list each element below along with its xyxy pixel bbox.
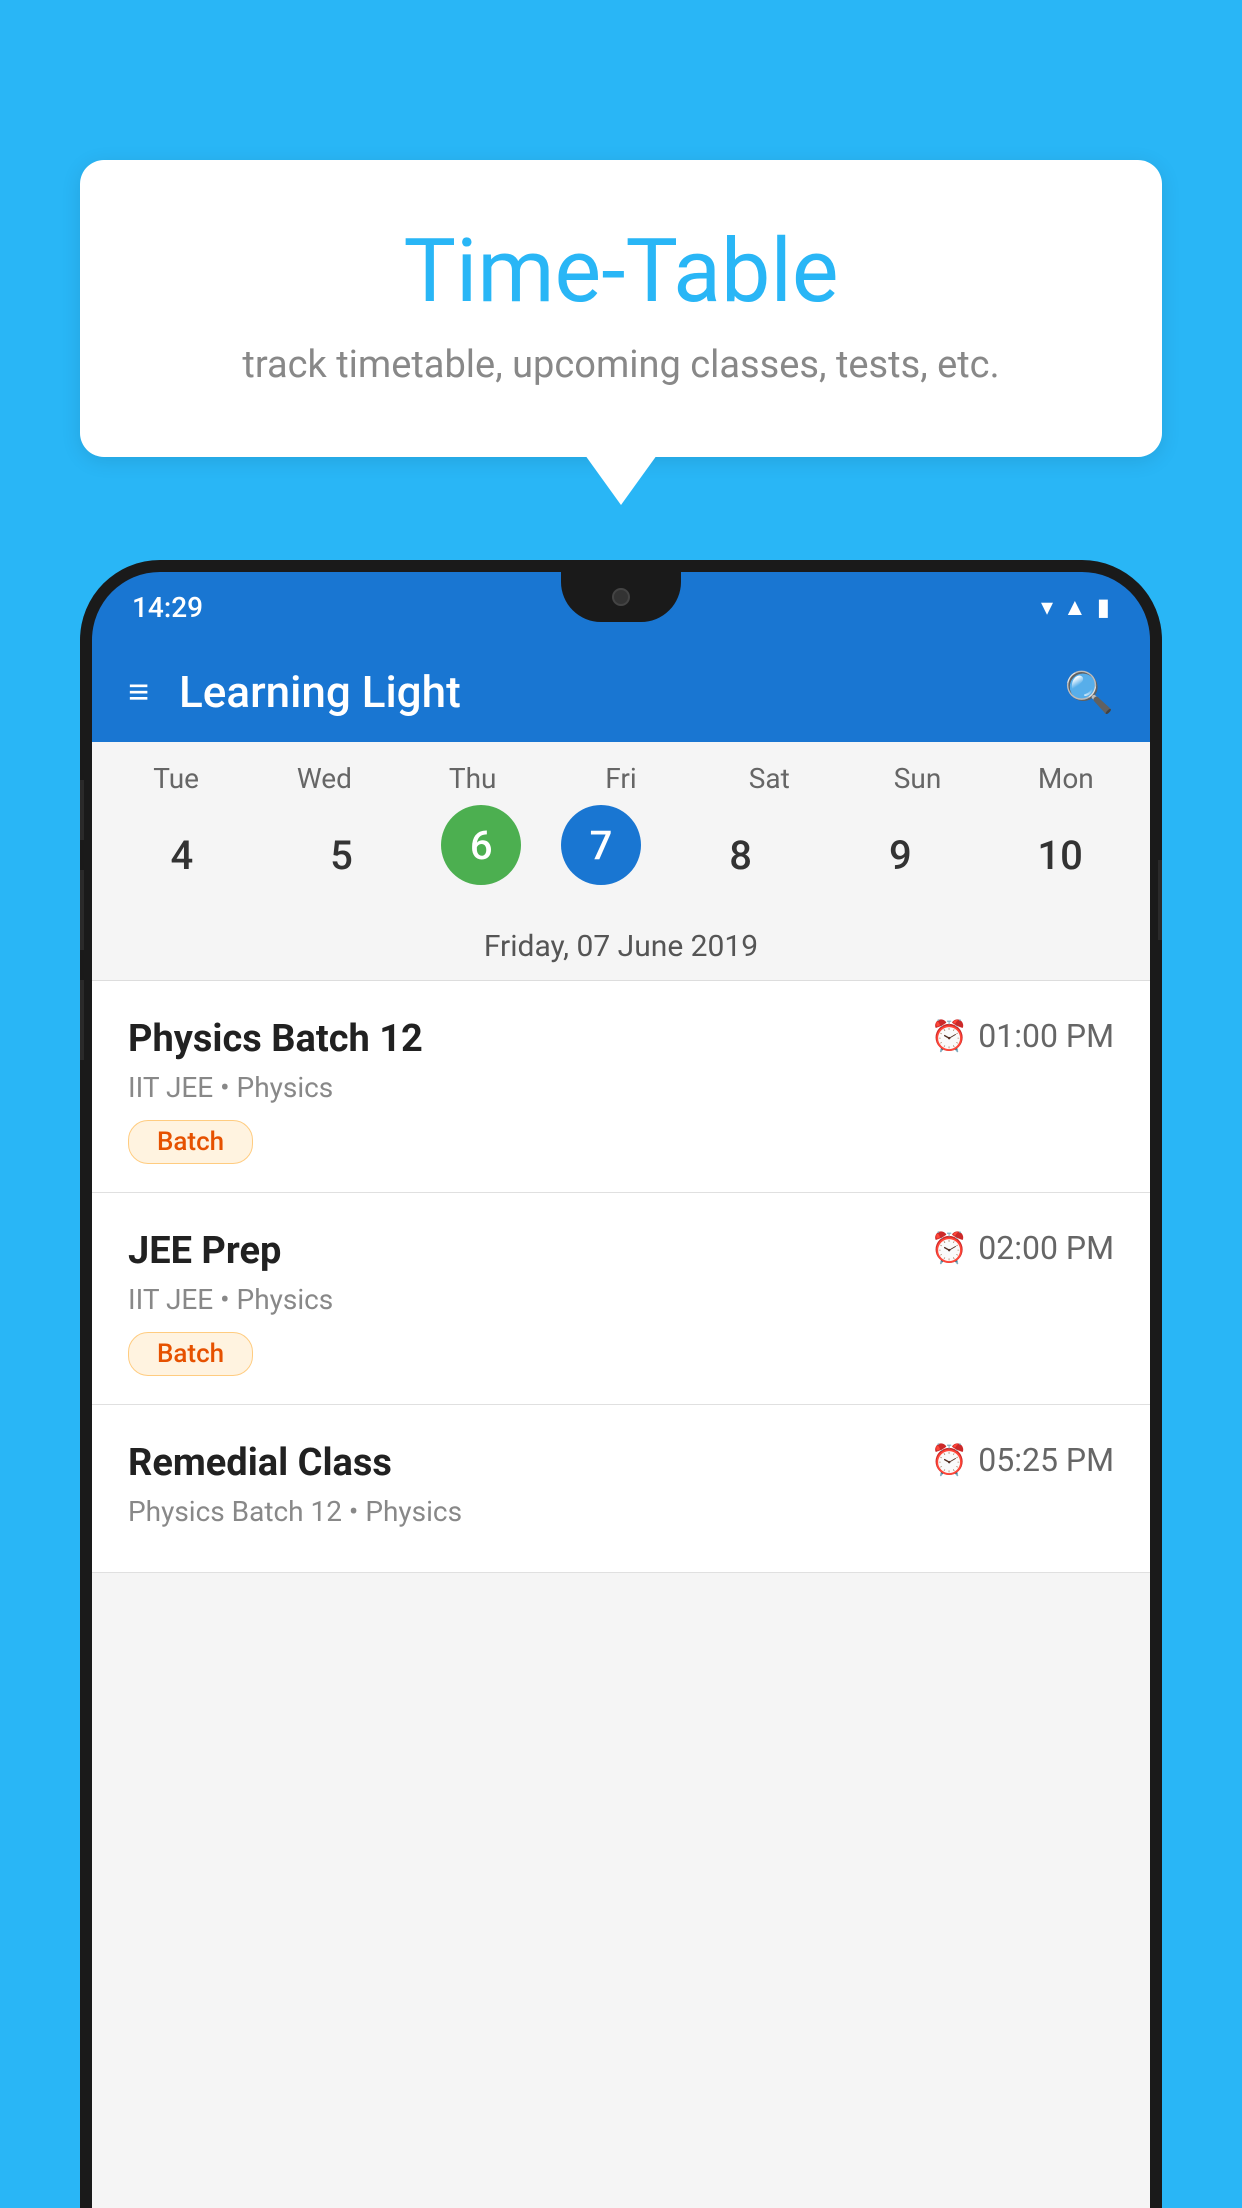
volume-silent-button [80, 780, 84, 840]
schedule-item-1-subtitle: IIT JEE • Physics [128, 1071, 1114, 1104]
schedule-item-1-header: Physics Batch 12 ⏰ 01:00 PM [128, 1017, 1114, 1061]
schedule-item-1-title: Physics Batch 12 [128, 1017, 423, 1061]
schedule-item-3[interactable]: Remedial Class ⏰ 05:25 PM Physics Batch … [92, 1405, 1150, 1573]
day-numbers: 4 5 6 7 8 9 10 [92, 805, 1150, 905]
schedule-item-3-subtitle: Physics Batch 12 • Physics [128, 1495, 1114, 1528]
schedule-item-1[interactable]: Physics Batch 12 ⏰ 01:00 PM IIT JEE • Ph… [92, 981, 1150, 1193]
signal-icon: ▲ [1063, 593, 1087, 622]
status-bar: 14:29 ▾ ▲ ▮ [92, 572, 1150, 642]
schedule-item-3-header: Remedial Class ⏰ 05:25 PM [128, 1441, 1114, 1485]
schedule-item-2-subtitle: IIT JEE • Physics [128, 1283, 1114, 1316]
schedule-list: Physics Batch 12 ⏰ 01:00 PM IIT JEE • Ph… [92, 981, 1150, 1573]
search-icon[interactable]: 🔍 [1064, 669, 1114, 716]
day-7-selected[interactable]: 7 [561, 805, 641, 885]
day-10[interactable]: 10 [1000, 805, 1120, 905]
phone-frame: 14:29 ▾ ▲ ▮ ≡ Learning Light 🔍 Tue Wed [80, 560, 1162, 2208]
day-header-sat: Sat [709, 762, 829, 795]
app-title: Learning Light [179, 666, 1034, 718]
day-header-wed: Wed [264, 762, 384, 795]
day-8[interactable]: 8 [681, 805, 801, 905]
menu-icon[interactable]: ≡ [128, 671, 149, 713]
app-bar: ≡ Learning Light 🔍 [92, 642, 1150, 742]
day-9[interactable]: 9 [840, 805, 960, 905]
speech-bubble-container: Time-Table track timetable, upcoming cla… [80, 160, 1162, 457]
volume-up-button [80, 870, 84, 950]
schedule-item-2-title: JEE Prep [128, 1229, 281, 1273]
schedule-item-1-tag: Batch [128, 1120, 253, 1164]
battery-icon: ▮ [1097, 593, 1110, 621]
schedule-item-2-time: ⏰ 02:00 PM [931, 1229, 1114, 1267]
screen-content: Tue Wed Thu Fri Sat Sun Mon 4 5 6 7 8 9 … [92, 742, 1150, 2208]
day-header-tue: Tue [116, 762, 236, 795]
day-6-today[interactable]: 6 [441, 805, 521, 885]
power-button [1158, 860, 1162, 940]
day-5[interactable]: 5 [282, 805, 402, 905]
app-feature-subtitle: track timetable, upcoming classes, tests… [140, 343, 1102, 387]
volume-down-button [80, 980, 84, 1060]
app-feature-title: Time-Table [140, 220, 1102, 323]
status-icons: ▾ ▲ ▮ [1041, 593, 1110, 622]
phone-notch [561, 572, 681, 622]
day-4[interactable]: 4 [122, 805, 242, 905]
schedule-item-2-header: JEE Prep ⏰ 02:00 PM [128, 1229, 1114, 1273]
day-header-sun: Sun [858, 762, 978, 795]
schedule-item-2-tag: Batch [128, 1332, 253, 1376]
speech-bubble: Time-Table track timetable, upcoming cla… [80, 160, 1162, 457]
day-header-fri: Fri [561, 762, 681, 795]
calendar-strip: Tue Wed Thu Fri Sat Sun Mon 4 5 6 7 8 9 … [92, 742, 1150, 981]
clock-icon-3: ⏰ [931, 1443, 968, 1478]
schedule-item-2-time-value: 02:00 PM [978, 1229, 1114, 1267]
schedule-item-1-time: ⏰ 01:00 PM [931, 1017, 1114, 1055]
wifi-icon: ▾ [1041, 593, 1053, 621]
day-header-mon: Mon [1006, 762, 1126, 795]
clock-icon-1: ⏰ [931, 1019, 968, 1054]
schedule-item-3-title: Remedial Class [128, 1441, 392, 1485]
schedule-item-3-time: ⏰ 05:25 PM [931, 1441, 1114, 1479]
front-camera [612, 588, 630, 606]
selected-date-label: Friday, 07 June 2019 [92, 921, 1150, 981]
day-header-thu: Thu [413, 762, 533, 795]
schedule-item-3-time-value: 05:25 PM [978, 1441, 1114, 1479]
clock-icon-2: ⏰ [931, 1231, 968, 1266]
schedule-item-2[interactable]: JEE Prep ⏰ 02:00 PM IIT JEE • Physics Ba… [92, 1193, 1150, 1405]
status-time: 14:29 [132, 591, 203, 624]
phone-screen: 14:29 ▾ ▲ ▮ ≡ Learning Light 🔍 Tue Wed [92, 572, 1150, 2208]
day-headers: Tue Wed Thu Fri Sat Sun Mon [92, 762, 1150, 795]
schedule-item-1-time-value: 01:00 PM [978, 1017, 1114, 1055]
